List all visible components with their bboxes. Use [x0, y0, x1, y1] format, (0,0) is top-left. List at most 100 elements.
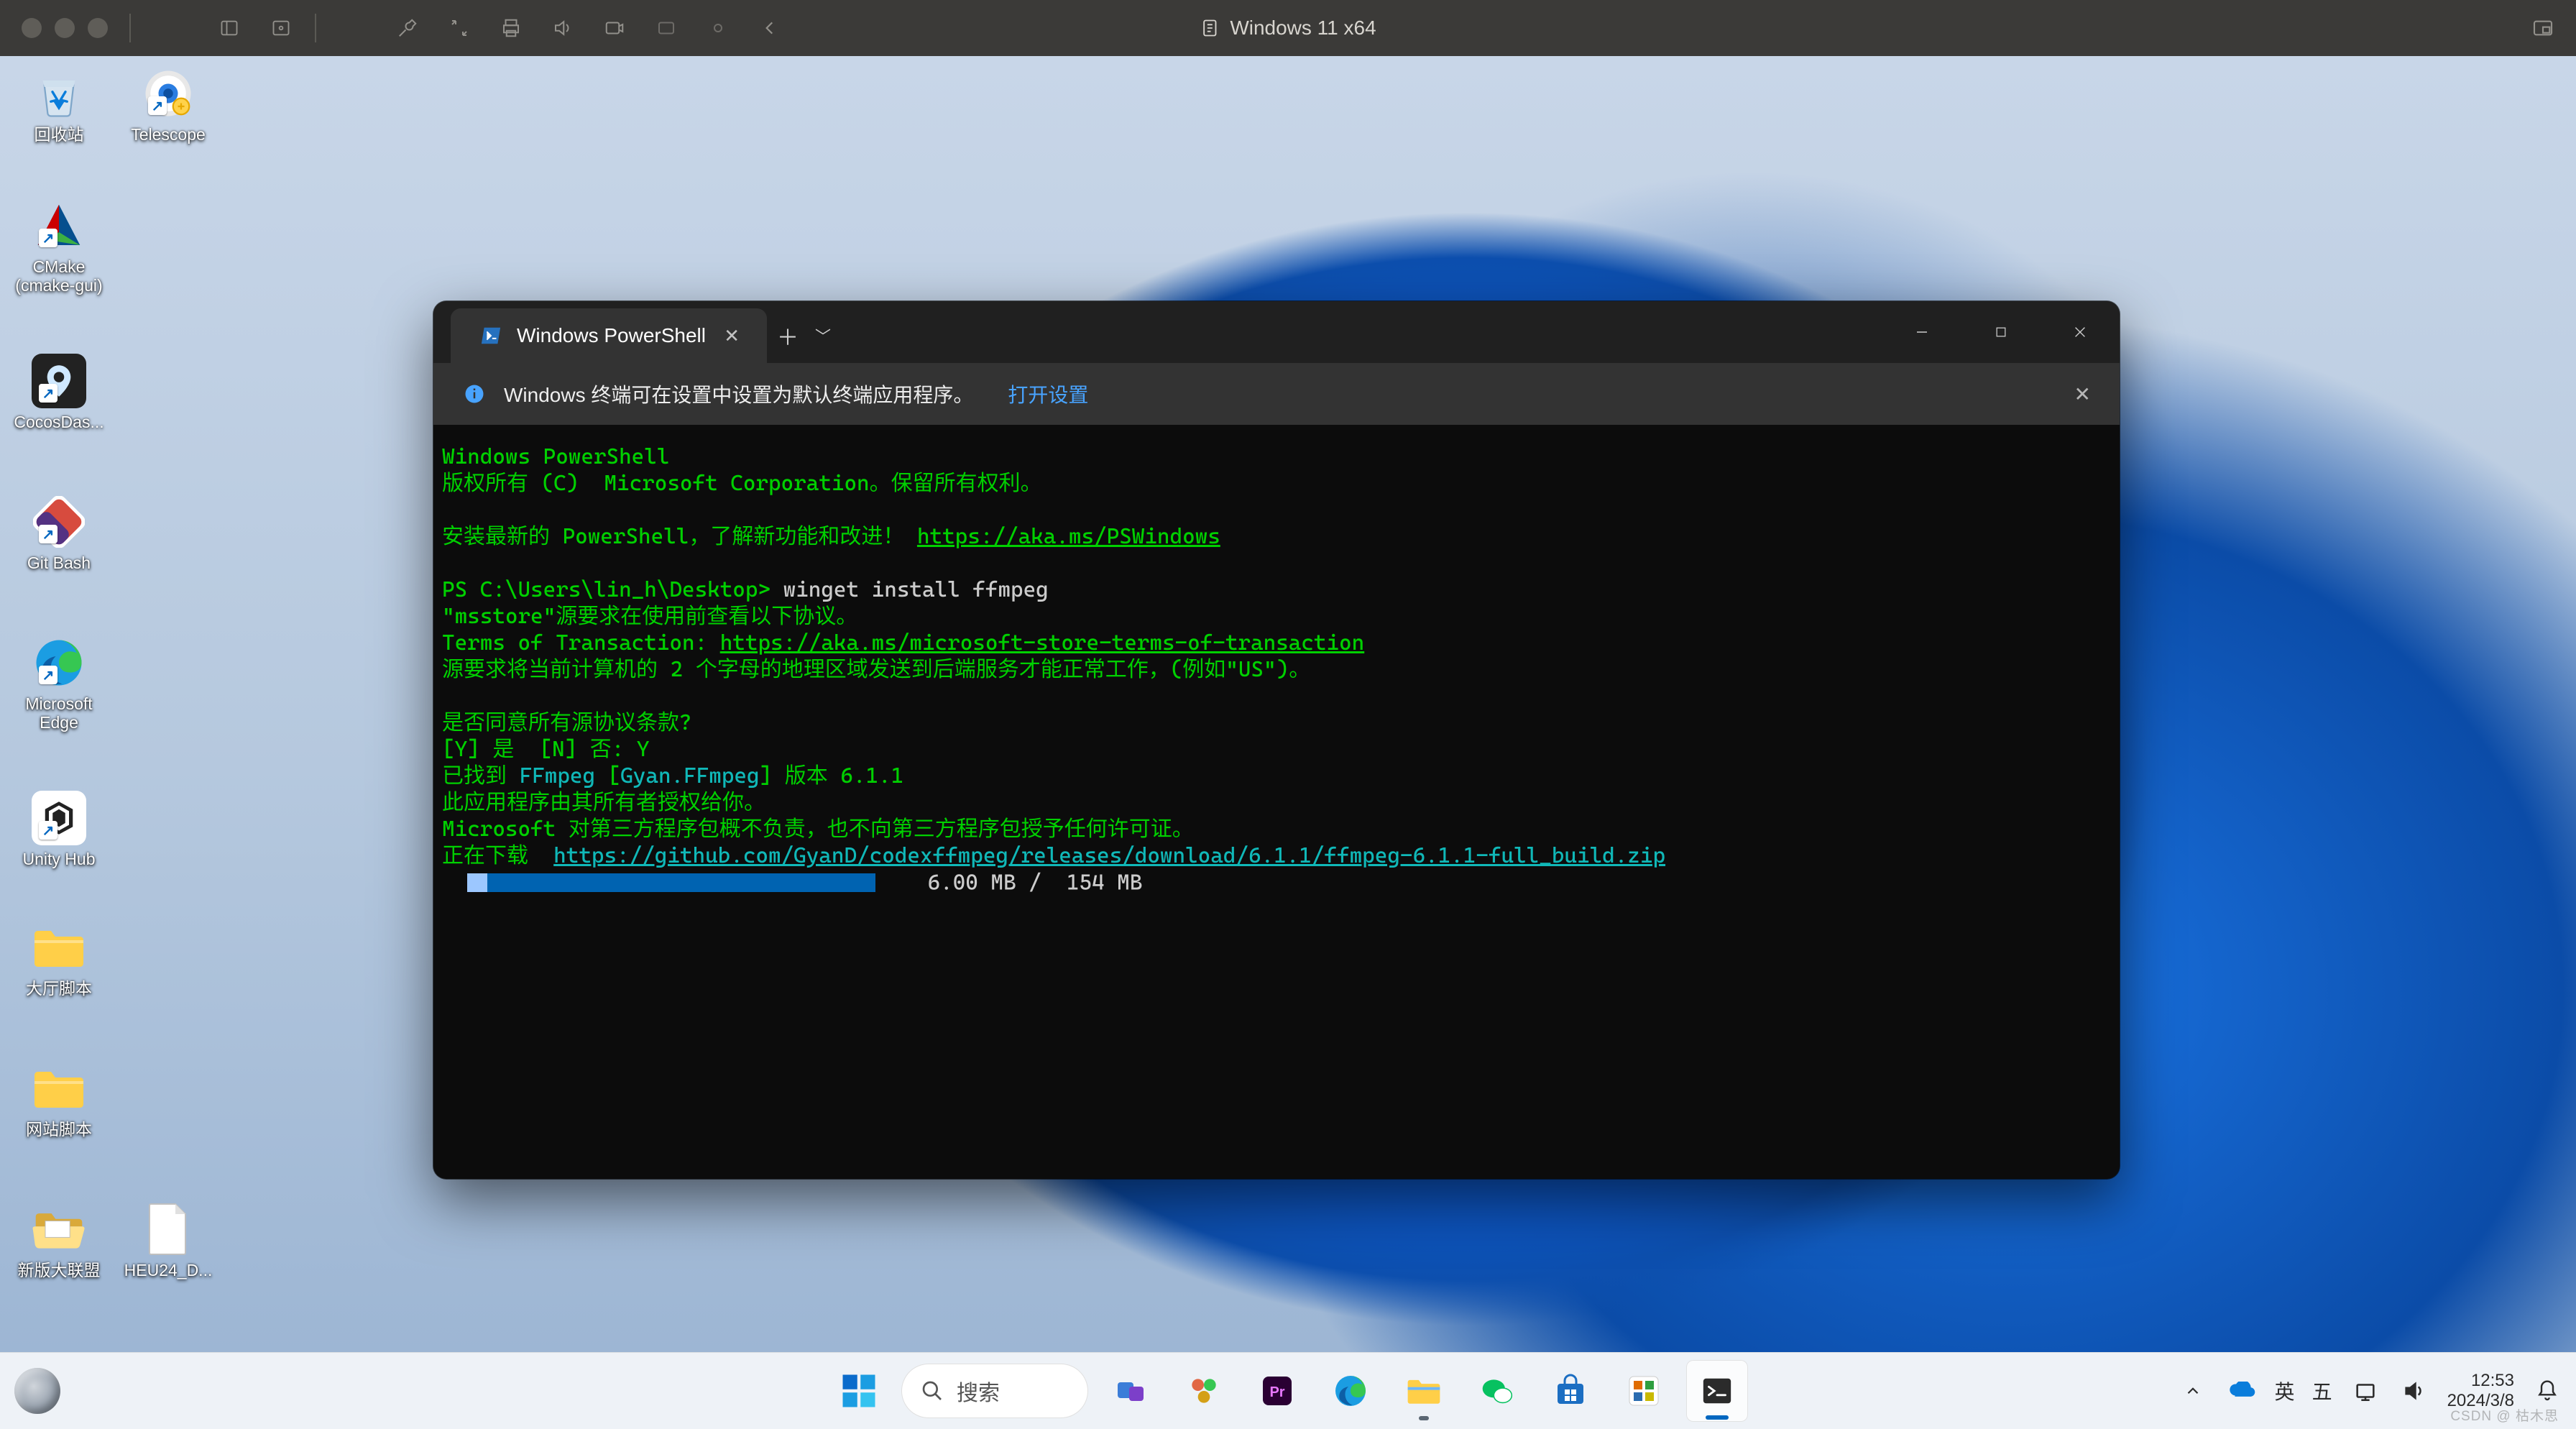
- back-icon[interactable]: [758, 16, 782, 40]
- sidebar-icon[interactable]: [217, 16, 242, 40]
- terminal-window: Windows PowerShell ✕ ＋ ﹀ Windows 终端可在设置中…: [433, 301, 2120, 1179]
- close-button[interactable]: [2041, 301, 2120, 363]
- edge-icon: ↗: [32, 635, 86, 690]
- desktop-icon-label: CocosDas...: [14, 413, 104, 431]
- tray-network-icon[interactable]: [2350, 1375, 2381, 1407]
- tray-notifications-icon[interactable]: [2531, 1375, 2563, 1407]
- desktop-icon-label: 网站脚本: [26, 1120, 92, 1139]
- desktop-icon-gitbash[interactable]: ↗ Git Bash: [9, 495, 109, 572]
- toolbar-divider: [129, 14, 131, 42]
- telescope-icon: ↗: [141, 66, 196, 121]
- desktop-icon-label: Unity Hub: [23, 850, 96, 868]
- maximize-button[interactable]: [1961, 301, 2041, 363]
- tray-clock[interactable]: 12:53 2024/3/8: [2447, 1371, 2514, 1410]
- cortana-icon[interactable]: [14, 1368, 60, 1414]
- taskbar-search[interactable]: 搜索: [901, 1364, 1088, 1418]
- folder-open-icon: [32, 1202, 86, 1256]
- cmake-icon: ↗: [32, 198, 86, 253]
- desktop-icon-folder1[interactable]: 大厅脚本: [9, 920, 109, 998]
- infobar-text: Windows 终端可在设置中设置为默认终端应用程序。: [504, 380, 973, 408]
- powershell-icon: [479, 324, 502, 347]
- infobar-close-button[interactable]: ✕: [2074, 382, 2091, 406]
- record-icon[interactable]: [706, 16, 730, 40]
- cocos-icon: ↗: [32, 354, 86, 408]
- camera-icon[interactable]: [602, 16, 627, 40]
- desktop[interactable]: 回收站 ↗ CMake (cmake-gui) ↗ CocosDas... ↗ …: [0, 56, 2576, 1352]
- taskbar-terminal[interactable]: [1686, 1360, 1748, 1422]
- desktop-icon-folder2[interactable]: 网站脚本: [9, 1061, 109, 1139]
- new-tab-button[interactable]: ＋: [767, 308, 809, 363]
- tab-dropdown-button[interactable]: ﹀: [809, 308, 837, 363]
- desktop-icon-edge[interactable]: ↗ Microsoft Edge: [9, 635, 109, 732]
- document-icon: [1200, 18, 1220, 38]
- start-button[interactable]: [828, 1360, 890, 1422]
- taskbar-devtools[interactable]: [1613, 1360, 1675, 1422]
- tray-overflow-button[interactable]: [2177, 1375, 2209, 1407]
- taskbar-explorer[interactable]: [1393, 1360, 1455, 1422]
- terminal-body[interactable]: Windows PowerShell 版权所有 (C) Microsoft Co…: [433, 425, 2120, 1179]
- host-toolbar-icons-2: [395, 16, 782, 40]
- terminal-output: Windows PowerShell 版权所有 (C) Microsoft Co…: [442, 444, 2114, 899]
- taskbar-edge[interactable]: [1320, 1360, 1381, 1422]
- traffic-lights[interactable]: [22, 18, 108, 38]
- desktop-icon-heu[interactable]: HEU24_D...: [118, 1202, 218, 1279]
- taskbar-premiere[interactable]: Pr: [1246, 1360, 1308, 1422]
- shortcut-badge-icon: ↗: [39, 384, 58, 403]
- taskbar-center: 搜索 Pr: [828, 1360, 1748, 1422]
- tray-volume-icon[interactable]: [2398, 1375, 2430, 1407]
- terminal-tab[interactable]: Windows PowerShell ✕: [451, 308, 767, 363]
- desktop-icon-telescope[interactable]: ↗ Telescope: [118, 66, 218, 144]
- unity-icon: ↗: [32, 791, 86, 845]
- traffic-min[interactable]: [55, 18, 75, 38]
- desktop-icon-label: Microsoft Edge: [9, 694, 109, 732]
- desktop-icon-label: Telescope: [131, 125, 206, 144]
- gitbash-icon: ↗: [32, 495, 86, 549]
- tray-ime-method[interactable]: 五: [2312, 1377, 2332, 1405]
- tray-time: 12:53: [2447, 1371, 2514, 1391]
- host-toolbar: Windows 11 x64: [0, 0, 2576, 56]
- taskbar-people[interactable]: [1173, 1360, 1235, 1422]
- taskbar-store[interactable]: [1540, 1360, 1601, 1422]
- folder-icon: [32, 1061, 86, 1116]
- tray-ime-lang[interactable]: 英: [2275, 1377, 2295, 1405]
- infobar-link[interactable]: 打开设置: [1008, 380, 1088, 408]
- minimize-button[interactable]: [1882, 301, 1961, 363]
- vm-right-controls: [2531, 17, 2554, 40]
- desktop-icon-label: CMake (cmake-gui): [9, 257, 109, 295]
- desktop-icon-cmake[interactable]: ↗ CMake (cmake-gui): [9, 198, 109, 295]
- wrench-icon[interactable]: [395, 16, 420, 40]
- folder-icon: [32, 920, 86, 975]
- desktop-icon-unity[interactable]: ↗ Unity Hub: [9, 791, 109, 868]
- desktop-icon-label: 回收站: [34, 125, 84, 144]
- sound-icon[interactable]: [551, 16, 575, 40]
- tab-close-button[interactable]: ✕: [718, 319, 745, 353]
- taskbar-wechat[interactable]: [1466, 1360, 1528, 1422]
- shortcut-badge-icon: ↗: [39, 525, 58, 543]
- file-icon: [141, 1202, 196, 1256]
- desktop-icon-label: 新版大联盟: [18, 1261, 101, 1279]
- toolbar-divider-2: [315, 14, 316, 42]
- search-placeholder: 搜索: [957, 1375, 1000, 1407]
- desktop-icon-cocos[interactable]: ↗ CocosDas...: [9, 354, 109, 431]
- desktop-icon-label: Git Bash: [27, 553, 91, 572]
- window-controls: [1882, 301, 2120, 363]
- snapshot-icon[interactable]: [654, 16, 678, 40]
- taskbar-left: [14, 1352, 60, 1429]
- desktop-icon-folder3[interactable]: 新版大联盟: [9, 1202, 109, 1279]
- tray-onedrive-icon[interactable]: [2226, 1375, 2258, 1407]
- taskbar-right: 英 五 12:53 2024/3/8: [2177, 1352, 2563, 1429]
- info-icon: [462, 382, 487, 406]
- tray-date: 2024/3/8: [2447, 1391, 2514, 1411]
- host-toolbar-icons: [217, 16, 293, 40]
- settings-icon[interactable]: [269, 16, 293, 40]
- taskbar-taskview[interactable]: [1100, 1360, 1162, 1422]
- vm-title: Windows 11 x64: [1200, 17, 1376, 40]
- printer-icon[interactable]: [499, 16, 523, 40]
- terminal-titlebar[interactable]: Windows PowerShell ✕ ＋ ﹀: [433, 301, 2120, 363]
- desktop-icon-recycle[interactable]: 回收站: [9, 66, 109, 144]
- resize-icon[interactable]: [447, 16, 472, 40]
- traffic-max[interactable]: [88, 18, 108, 38]
- traffic-close[interactable]: [22, 18, 42, 38]
- taskbar: 搜索 Pr 英 五 12:53 2024/3/8 CSDN @ 枯木思: [0, 1352, 2576, 1429]
- pip-icon[interactable]: [2531, 17, 2554, 40]
